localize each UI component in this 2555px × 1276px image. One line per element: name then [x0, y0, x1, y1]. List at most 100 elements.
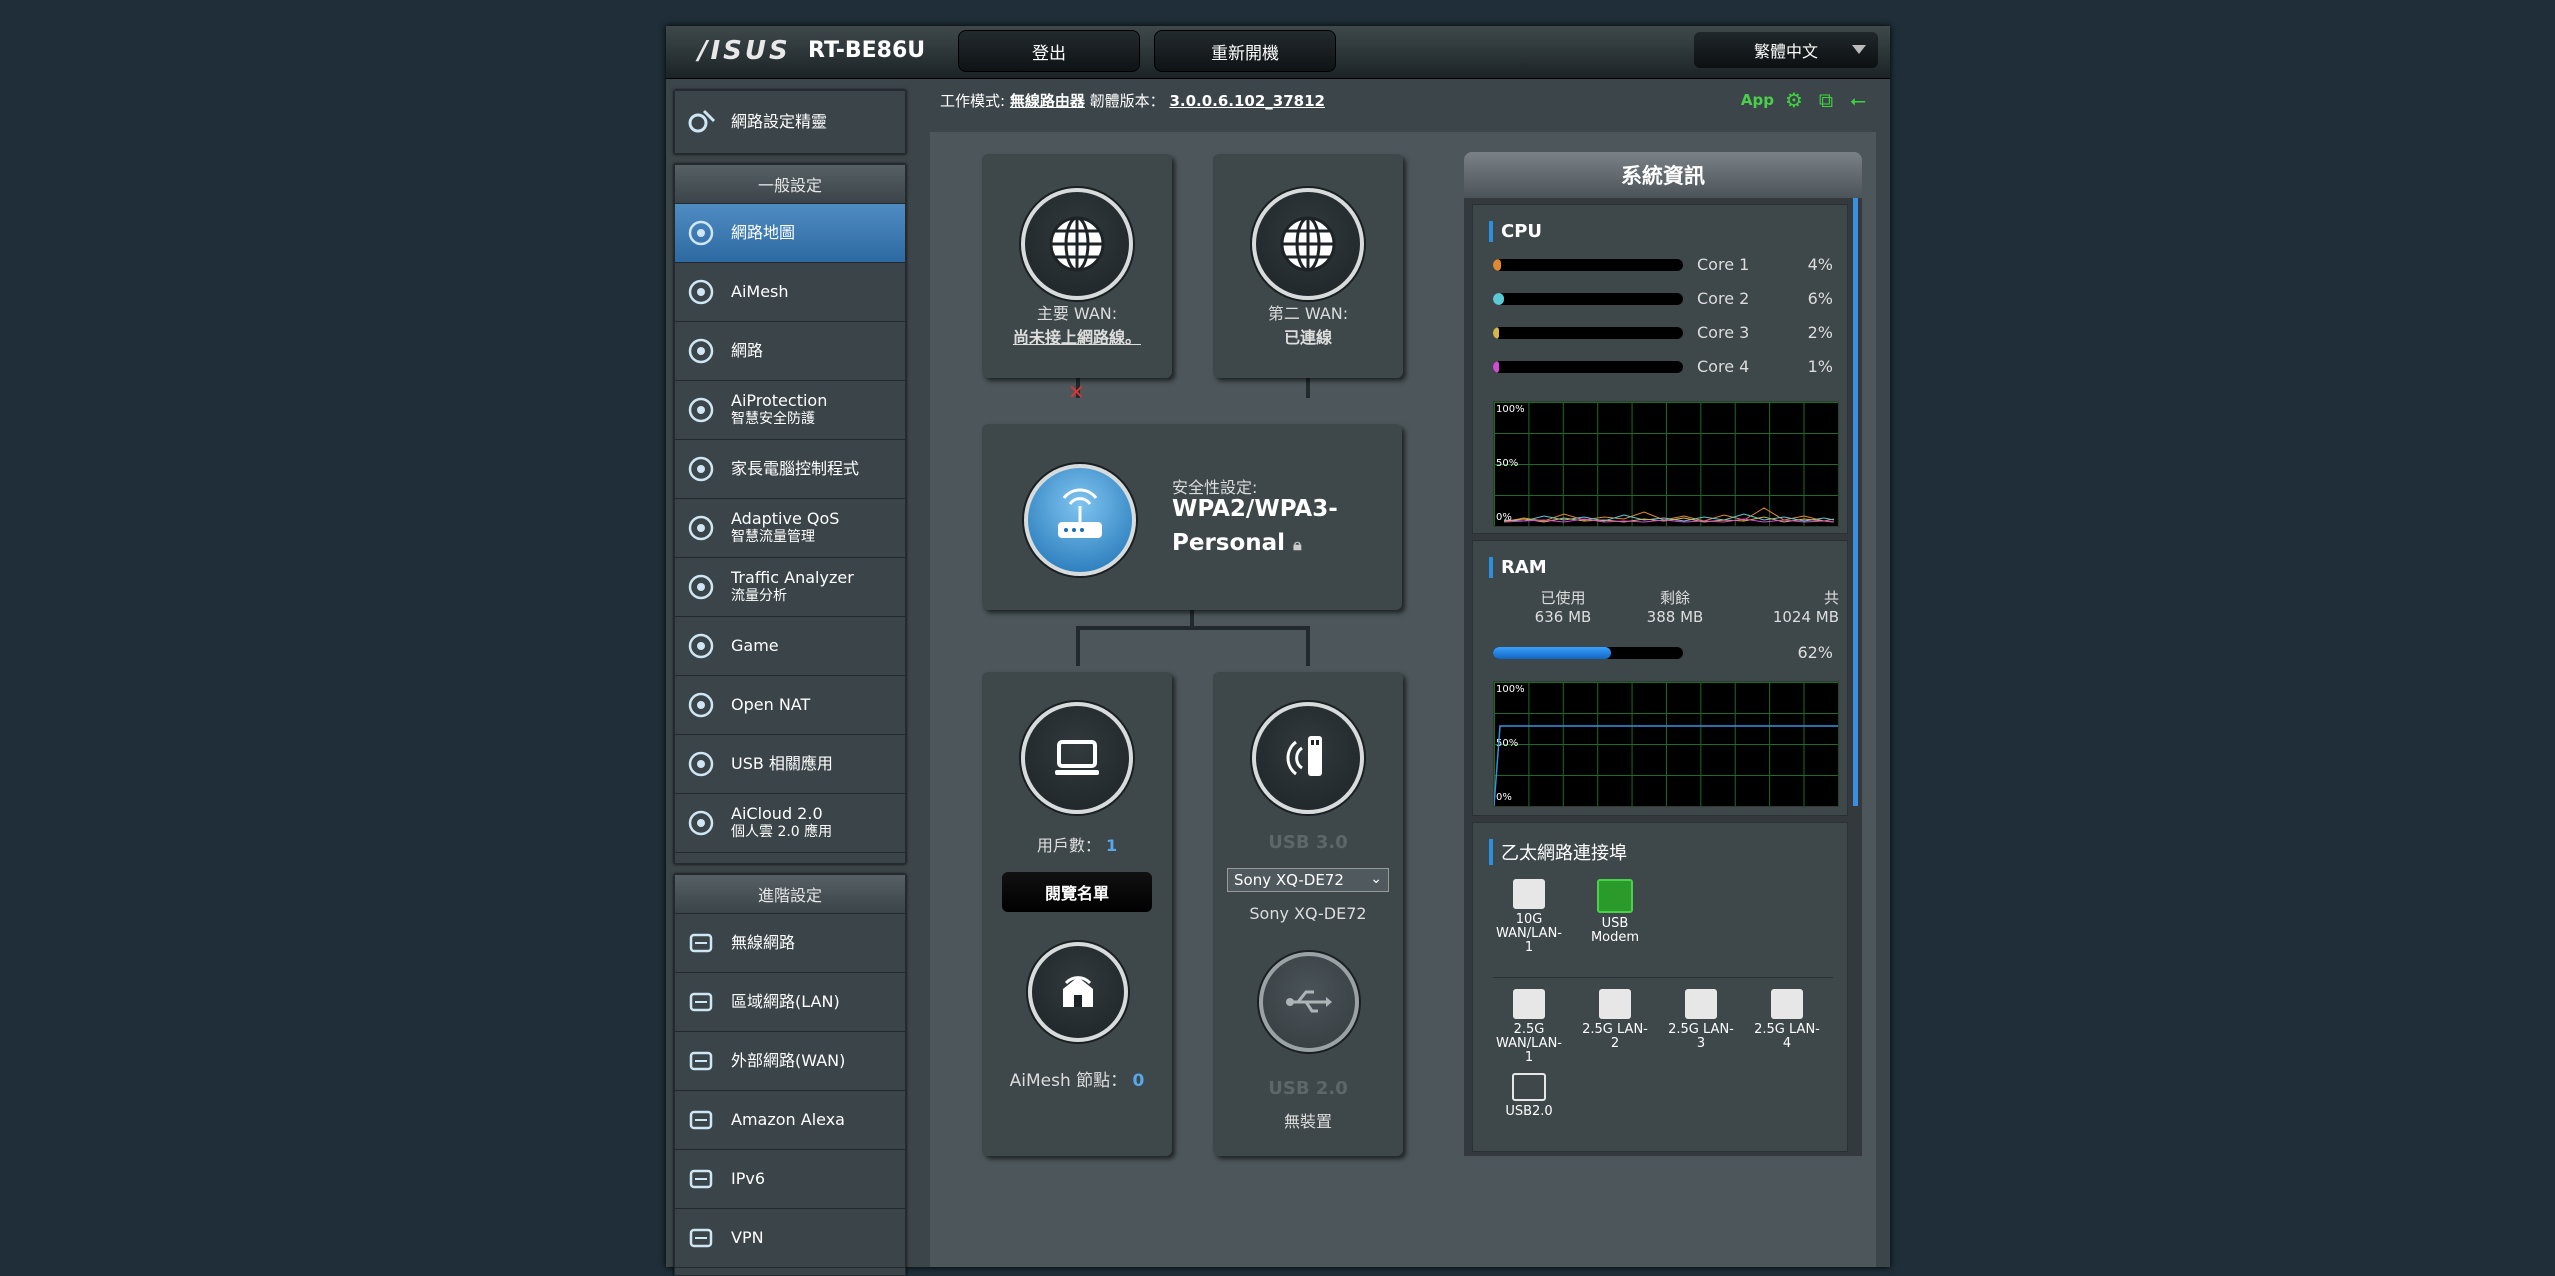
status-info-bar: 工作模式: 無線路由器 韌體版本： 3.0.0.6.102_37812	[940, 90, 1325, 111]
parental-control-icon	[681, 449, 721, 489]
sidebar-item-open-nat[interactable]: Open NAT	[675, 676, 905, 735]
usb-status-icon[interactable]: ⭠	[1846, 88, 1870, 112]
globe-icon[interactable]	[1021, 188, 1133, 300]
status-icons: App ⚙ ⧉ ⭠	[1741, 88, 1870, 112]
setup-wizard-button[interactable]: 網路設定精靈	[674, 90, 906, 154]
sidebar-item-traffic-analyzer[interactable]: Traffic Analyzer 流量分析	[675, 558, 905, 617]
sidebar-item--[interactable]: 家長電腦控制程式	[675, 440, 905, 499]
sidebar-item-aimesh[interactable]: AiMesh	[675, 263, 905, 322]
usb-card[interactable]: USB 3.0 Sony XQ-DE72 ⌄ Sony XQ-DE72 USB …	[1213, 672, 1403, 1156]
usb3-device-select[interactable]: Sony XQ-DE72 ⌄	[1227, 868, 1389, 892]
cpu-core-percent: 6%	[1807, 289, 1833, 308]
sidebar-item-aiprotection[interactable]: AiProtection 智慧安全防護	[675, 381, 905, 440]
port-usb2-label: USB2.0	[1505, 1104, 1553, 1119]
reboot-button[interactable]: 重新開機	[1154, 30, 1336, 72]
copy-icon[interactable]: ⧉	[1814, 88, 1838, 112]
sidebar-item--[interactable]: 網路地圖	[675, 204, 905, 263]
ethernet-port[interactable]: 10G WAN/LAN- 1	[1491, 879, 1567, 955]
sidebar-item-aicloud-2-0[interactable]: AiCloud 2.0 個人雲 2.0 應用	[675, 794, 905, 853]
ethernet-port-label: 1	[1524, 940, 1534, 955]
globe-icon[interactable]	[1252, 188, 1364, 300]
ethernet-port-label: 2	[1610, 1036, 1620, 1051]
ethernet-port[interactable]: 2.5G WAN/LAN- 1	[1491, 989, 1567, 1065]
security-value-row: Personal 🔒︎	[1172, 530, 1302, 556]
ram-free-label: 剩餘	[1659, 589, 1690, 607]
ram-usage-row: 62%	[1493, 643, 1833, 663]
op-mode-link[interactable]: 無線路由器	[1010, 92, 1085, 110]
monitor-icon[interactable]	[1021, 702, 1133, 814]
ethernet-port[interactable]: 2.5G LAN- 2	[1577, 989, 1653, 1051]
usb2-status: 無裝置	[1283, 1112, 1332, 1131]
sidebar-item--[interactable]: 網路	[675, 322, 905, 381]
ram-title: RAM	[1489, 557, 1547, 578]
ram-free-block: 剩餘 388 MB	[1635, 589, 1715, 627]
cpu-usage-graph: 100% 50% 0%	[1493, 401, 1839, 527]
usb-drive-icon[interactable]	[1252, 702, 1364, 814]
sidebar-adv-item-0[interactable]: 無線網路	[675, 914, 905, 973]
qos-gauge-icon	[681, 508, 721, 548]
usb-symbol-icon[interactable]	[1259, 952, 1359, 1052]
ethernet-ports-panel: 乙太網路連接埠 10G WAN/LAN- 1 USB Modem 2.5G WAN/LAN…	[1472, 822, 1848, 1152]
disconnected-x-icon: ✕	[1068, 380, 1085, 404]
cloud-icon	[681, 803, 721, 843]
lock-icon: 🔒︎	[1293, 535, 1302, 554]
wizard-label: 網路設定精靈	[731, 112, 828, 131]
security-value-2: Personal	[1172, 530, 1286, 556]
firmware-link[interactable]: 3.0.0.6.102_37812	[1169, 92, 1325, 110]
aimesh-node-icon[interactable]	[1028, 942, 1128, 1042]
sidebar-item-game[interactable]: Game	[675, 617, 905, 676]
wan1-card[interactable]: 主要 WAN: 尚未接上網路線。	[982, 154, 1172, 378]
sidebar-item-title: USB 相關應用	[731, 754, 833, 773]
router-card[interactable]: 安全性設定: WPA2/WPA3- Personal 🔒︎	[982, 424, 1402, 610]
sidebar-adv-item-2[interactable]: 外部網路(WAN)	[675, 1032, 905, 1091]
ethernet-port[interactable]: 2.5G LAN- 4	[1749, 989, 1825, 1051]
ethernet-port-label: 2.5G LAN-	[1582, 1022, 1648, 1037]
ram-panel: RAM 已使用 636 MB 剩餘 388 MB 共 1024 MB 62% 1…	[1472, 540, 1848, 816]
wan2-card[interactable]: 第二 WAN: 已連線	[1213, 154, 1403, 378]
cpu-core-bar	[1493, 259, 1683, 271]
asus-logo[interactable]: /ISUS	[698, 36, 791, 66]
sidebar-item-subtitle: 智慧安全防護	[731, 411, 815, 427]
sidebar-item-adaptive-qos[interactable]: Adaptive QoS 智慧流量管理	[675, 499, 905, 558]
sidebar-item-label: VPN	[731, 1228, 764, 1247]
sidebar-adv-item-1[interactable]: 區域網路(LAN)	[675, 973, 905, 1032]
sidebar-item-usb-[interactable]: USB 相關應用	[675, 735, 905, 794]
sidebar-item-label: Open NAT	[731, 696, 810, 714]
usb3-label: USB 3.0	[1268, 832, 1348, 853]
chevron-down-icon	[1852, 45, 1866, 54]
ethernet-ports-title: 乙太網路連接埠	[1489, 839, 1627, 865]
app-link[interactable]: App	[1741, 91, 1774, 109]
ethernet-port[interactable]: USB Modem	[1577, 879, 1653, 945]
alexa-icon	[681, 1100, 721, 1140]
sidebar-item-title: 網路	[731, 341, 764, 360]
ethernet-port-icon	[1685, 989, 1717, 1019]
sidebar-adv-item-5[interactable]: VPN	[675, 1209, 905, 1268]
port-usb2[interactable]: USB2.0	[1491, 1073, 1567, 1119]
ethernet-port[interactable]: 2.5G LAN- 3	[1663, 989, 1739, 1051]
sidebar-adv-item-4[interactable]: IPv6	[675, 1150, 905, 1209]
gear-icon[interactable]: ⚙	[1782, 88, 1806, 112]
ram-used-label: 已使用	[1540, 589, 1586, 607]
sidebar-item-title: 網路地圖	[731, 223, 796, 242]
system-info-title: 系統資訊	[1464, 152, 1862, 198]
ethernet-port-icon	[1513, 989, 1545, 1019]
logout-button[interactable]: 登出	[958, 30, 1140, 72]
security-value-1: WPA2/WPA3-	[1172, 496, 1338, 522]
ethernet-port-label: WAN/LAN-	[1496, 926, 1562, 941]
view-list-button[interactable]: 閱覽名單	[1002, 872, 1152, 912]
ethernet-port-label: 2.5G LAN-	[1668, 1022, 1734, 1037]
ethernet-port-label: 10G	[1515, 912, 1543, 927]
wan1-status-link[interactable]: 尚未接上網路線。	[982, 324, 1172, 348]
ethernet-port-icon	[1513, 879, 1545, 909]
clients-count-link[interactable]: 1	[1106, 836, 1117, 855]
sidebar-adv-item-3[interactable]: Amazon Alexa	[675, 1091, 905, 1150]
sidebar-item-label: Game	[731, 637, 779, 655]
language-select[interactable]: 繁體中文	[1694, 32, 1878, 68]
wan2-label: 第二 WAN:	[1267, 304, 1349, 323]
scrollbar[interactable]	[1853, 198, 1858, 806]
usb2-label: USB 2.0	[1268, 1078, 1348, 1099]
cpu-core-bar	[1493, 293, 1683, 305]
wan-globe-icon	[681, 1041, 721, 1081]
clients-card[interactable]: 用戶數： 1 閱覽名單 AiMesh 節點： 0	[982, 672, 1172, 1156]
router-icon[interactable]	[1024, 464, 1136, 576]
